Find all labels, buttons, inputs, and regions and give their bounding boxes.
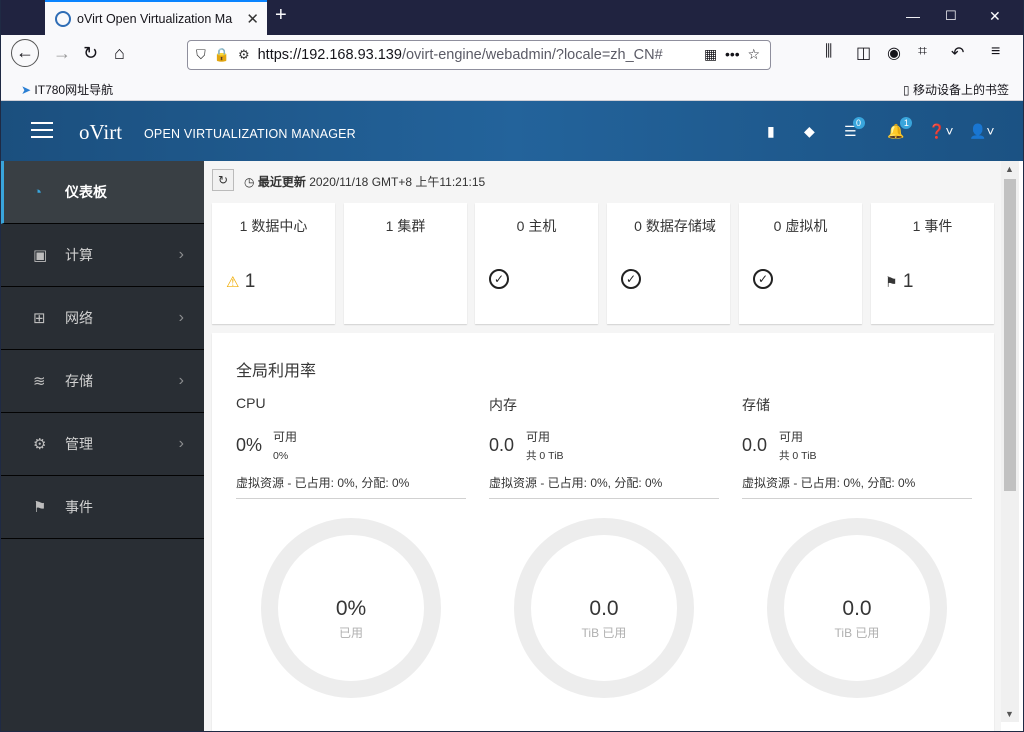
url-text: https://192.168.93.139/ovirt-engine/weba…: [257, 47, 663, 63]
cpu-donut-chart[interactable]: 0% 已用: [261, 518, 441, 698]
app-header: oVirt OPEN VIRTUALIZATION MANAGER ▮ ◆ ☰ 0…: [1, 101, 1023, 161]
sidebar-toggle-icon[interactable]: ◫: [856, 43, 871, 63]
sidebar-item-events[interactable]: ⚑ 事件: [1, 476, 204, 539]
tasks-icon[interactable]: ☰ 0: [844, 117, 865, 140]
reload-icon[interactable]: ↻: [83, 43, 98, 64]
scroll-thumb[interactable]: [1004, 179, 1016, 491]
app-logo: oVirt: [79, 120, 123, 144]
storage-donut-chart[interactable]: 0.0 TiB 已用: [767, 518, 947, 698]
undo-icon[interactable]: ↶: [951, 43, 964, 63]
gear-icon: ⚙: [33, 436, 47, 453]
card-events[interactable]: 1 事件 ⚑ 1: [871, 203, 994, 324]
url-actions[interactable]: ▦ ••• ☆: [704, 46, 760, 63]
library-icon[interactable]: ⫼: [825, 43, 832, 61]
clock-icon: ◷: [244, 175, 255, 189]
cpu-utilization: CPU 0% 可用 0% 虚拟资源 - 已占用: 0%, 分配: 0% 0% 已用: [236, 395, 466, 698]
refresh-button[interactable]: ↻: [212, 169, 234, 191]
bookmark-it780[interactable]: ➤ IT780网址导航: [21, 81, 113, 98]
sidebar-item-compute[interactable]: ▣ 计算 ›: [1, 224, 204, 287]
sidebar-item-storage[interactable]: ≋ 存储 ›: [1, 350, 204, 413]
minimize-icon[interactable]: —: [906, 8, 920, 24]
close-tab-icon[interactable]: ✕: [246, 10, 259, 28]
scroll-up-icon[interactable]: ▲: [1005, 164, 1014, 174]
card-vms[interactable]: 0 虚拟机 ✓: [739, 203, 862, 324]
memory-utilization: 内存 0.0 可用共 0 TiB 虚拟资源 - 已占用: 0%, 分配: 0% …: [489, 395, 719, 698]
app-title: OPEN VIRTUALIZATION MANAGER: [144, 127, 356, 141]
check-circle-icon: ✓: [621, 269, 641, 289]
cpu-icon: ▣: [33, 247, 48, 264]
scroll-down-icon[interactable]: ▼: [1005, 709, 1014, 719]
alerts-badge: 1: [900, 117, 913, 129]
card-clusters[interactable]: 1 集群: [344, 203, 467, 324]
tasks-badge: 0: [852, 117, 865, 129]
flag-icon: ⚑: [33, 499, 47, 516]
chevron-right-icon: ›: [178, 246, 184, 263]
user-icon[interactable]: 👤˅: [969, 123, 995, 140]
sidebar-item-network[interactable]: ⊞ 网络 ›: [1, 287, 204, 350]
shield-icon[interactable]: ⛉: [196, 47, 206, 63]
network-icon: ⊞: [33, 310, 46, 327]
screenshot-icon[interactable]: ⌗: [918, 43, 927, 61]
card-hosts[interactable]: 0 主机 ✓: [475, 203, 598, 324]
ovirt-favicon-icon: [55, 10, 71, 27]
flag-icon: ⚑: [885, 274, 898, 290]
bookmarks-bar: ➤ IT780网址导航 ▯ 移动设备上的书签: [1, 75, 1023, 101]
global-utilization-panel: 全局利用率 CPU 0% 可用 0% 虚拟资源 - 已占用: 0%, 分配: 0%…: [212, 333, 994, 731]
card-storage-domains[interactable]: 0 数据存储域 ✓: [607, 203, 730, 324]
chevron-right-icon: ›: [178, 372, 184, 389]
last-updated: ◷ 最近更新 2020/11/18 GMT+8 上午11:21:15: [244, 175, 486, 189]
new-tab-icon[interactable]: +: [275, 4, 287, 27]
account-icon[interactable]: ◉: [887, 43, 901, 63]
check-circle-icon: ✓: [489, 269, 509, 289]
sidebar: ◔ 仪表板 ▣ 计算 › ⊞ 网络 › ≋ 存储 › ⚙ 管理 › ⚑ 事件: [1, 161, 204, 731]
bookmark-mobile[interactable]: ▯ 移动设备上的书签: [903, 81, 1009, 98]
lock-warning-icon[interactable]: 🔒: [214, 47, 230, 63]
database-icon: ≋: [33, 373, 46, 390]
browser-nav-bar: ← → ↻ ⌂ ⛉ 🔒 ⚙ https://192.168.93.139/ovi…: [1, 35, 1023, 75]
browser-tab[interactable]: oVirt Open Virtualization Ma ✕: [45, 0, 267, 35]
card-datacenters[interactable]: 1 数据中心 ⚠ 1: [212, 203, 335, 324]
hamburger-icon[interactable]: [31, 122, 53, 140]
dashboard-icon: ◔: [33, 183, 43, 201]
maximize-icon[interactable]: ☐: [945, 8, 957, 24]
home-icon[interactable]: ⌂: [114, 43, 125, 64]
back-icon[interactable]: ←: [11, 39, 39, 67]
sidebar-item-dashboard[interactable]: ◔ 仪表板: [1, 161, 204, 224]
menu-icon[interactable]: ≡: [991, 43, 1000, 61]
chevron-right-icon: ›: [178, 435, 184, 452]
check-circle-icon: ✓: [753, 269, 773, 289]
forward-icon[interactable]: →: [53, 43, 71, 64]
warning-icon: ⚠: [226, 274, 240, 291]
chevron-right-icon: ›: [178, 309, 184, 326]
memory-donut-chart[interactable]: 0.0 TiB 已用: [514, 518, 694, 698]
storage-utilization: 存储 0.0 可用共 0 TiB 虚拟资源 - 已占用: 0%, 分配: 0% …: [742, 395, 972, 698]
window-close-icon[interactable]: ✕: [989, 8, 1001, 25]
alerts-icon[interactable]: 🔔 1: [887, 117, 913, 140]
utilization-title: 全局利用率: [236, 363, 317, 380]
tab-title: oVirt Open Virtualization Ma: [77, 11, 233, 26]
dashboard-main: ↻ ◷ 最近更新 2020/11/18 GMT+8 上午11:21:15 1 数…: [204, 161, 1001, 731]
tags-icon[interactable]: ◆: [804, 123, 815, 140]
bookmark-icon[interactable]: ▮: [767, 123, 775, 140]
help-icon[interactable]: ❓˅: [928, 123, 954, 140]
browser-tab-bar: oVirt Open Virtualization Ma ✕ + — ☐ ✕: [1, 0, 1023, 35]
main-scrollbar[interactable]: ▲ ▼: [1001, 161, 1019, 722]
url-bar[interactable]: ⛉ 🔒 ⚙ https://192.168.93.139/ovirt-engin…: [187, 40, 771, 70]
sidebar-item-admin[interactable]: ⚙ 管理 ›: [1, 413, 204, 476]
permissions-icon[interactable]: ⚙: [238, 47, 250, 63]
